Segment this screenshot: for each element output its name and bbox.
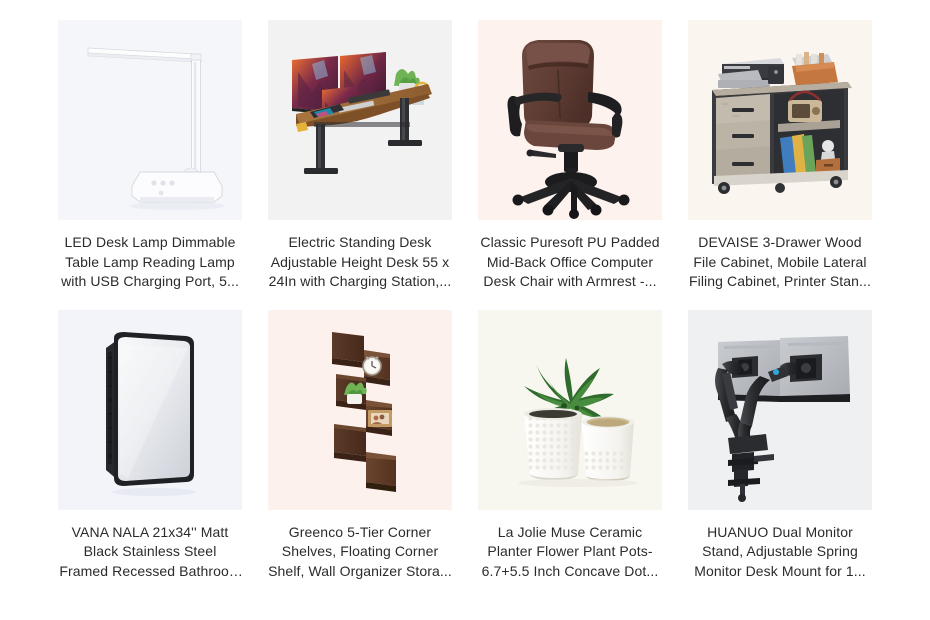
- office-desk-chair-image[interactable]: [478, 20, 662, 220]
- ceramic-planter-illustration: [478, 309, 662, 510]
- product-results-grid: LED Desk Lamp Dimmable Table Lamp Readin…: [0, 0, 930, 581]
- product-title[interactable]: Greenco 5-Tier Corner Shelves, Floating …: [268, 523, 452, 582]
- file-cabinet-image[interactable]: [688, 20, 872, 220]
- product-card[interactable]: DEVAISE 3-Drawer Wood File Cabinet, Mobi…: [688, 20, 872, 292]
- file-cabinet-illustration: [688, 20, 872, 220]
- product-title[interactable]: Classic Puresoft PU Padded Mid-Back Offi…: [478, 233, 662, 292]
- product-card[interactable]: Greenco 5-Tier Corner Shelves, Floating …: [268, 309, 452, 582]
- product-card[interactable]: Electric Standing Desk Adjustable Height…: [268, 20, 452, 292]
- product-card[interactable]: La Jolie Muse Ceramic Planter Flower Pla…: [478, 309, 662, 582]
- product-title[interactable]: HUANUO Dual Monitor Stand, Adjustable Sp…: [688, 523, 872, 582]
- led-desk-lamp-image[interactable]: [58, 20, 242, 220]
- product-card[interactable]: HUANUO Dual Monitor Stand, Adjustable Sp…: [688, 309, 872, 582]
- dual-monitor-stand-image[interactable]: [688, 309, 872, 510]
- product-title[interactable]: VANA NALA 21x34'' Matt Black Stainless S…: [58, 523, 242, 582]
- medicine-cabinet-image[interactable]: [58, 309, 242, 510]
- product-card[interactable]: LED Desk Lamp Dimmable Table Lamp Readin…: [58, 20, 242, 292]
- dual-monitor-stand-illustration: [688, 309, 872, 510]
- corner-shelves-image[interactable]: [268, 309, 452, 510]
- product-title[interactable]: La Jolie Muse Ceramic Planter Flower Pla…: [478, 523, 662, 582]
- medicine-cabinet-illustration: [58, 309, 242, 510]
- product-title[interactable]: DEVAISE 3-Drawer Wood File Cabinet, Mobi…: [688, 233, 872, 292]
- product-card[interactable]: VANA NALA 21x34'' Matt Black Stainless S…: [58, 309, 242, 582]
- electric-standing-desk-image[interactable]: [268, 20, 452, 220]
- ceramic-planter-image[interactable]: [478, 309, 662, 510]
- product-card[interactable]: Classic Puresoft PU Padded Mid-Back Offi…: [478, 20, 662, 292]
- product-title[interactable]: LED Desk Lamp Dimmable Table Lamp Readin…: [58, 233, 242, 292]
- led-desk-lamp-illustration: [58, 20, 242, 220]
- electric-standing-desk-illustration: [268, 20, 452, 220]
- corner-shelves-illustration: [268, 309, 452, 510]
- product-title[interactable]: Electric Standing Desk Adjustable Height…: [268, 233, 452, 292]
- office-desk-chair-illustration: [478, 20, 662, 220]
